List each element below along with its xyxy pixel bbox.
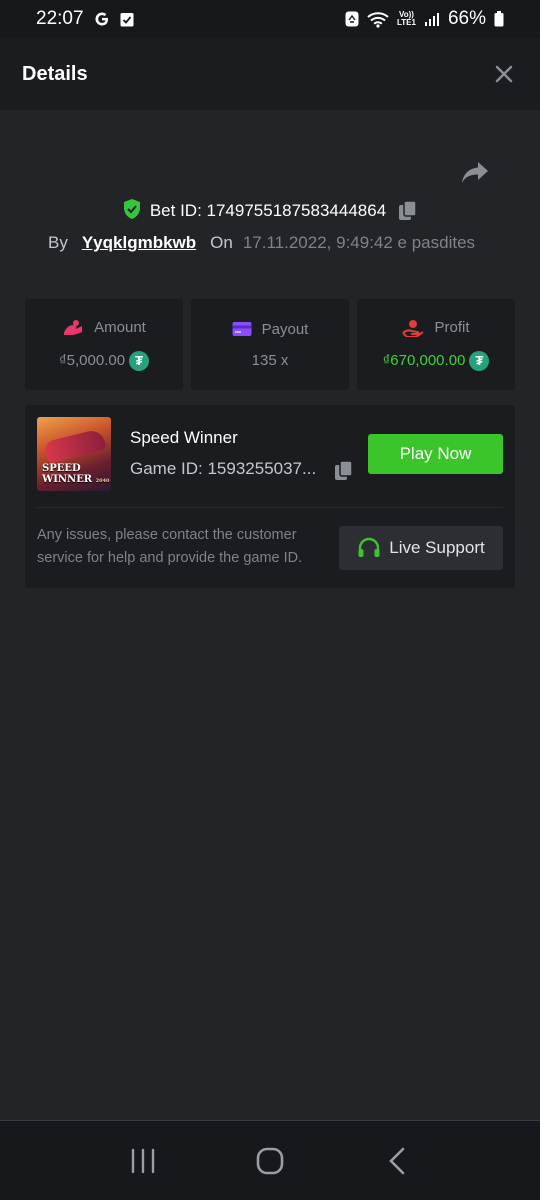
on-label: On (210, 233, 233, 252)
stat-label: Profit (434, 319, 470, 336)
card-icon (232, 322, 252, 336)
check-box-icon (120, 12, 134, 27)
live-support-button[interactable]: Live Support (339, 526, 503, 570)
play-now-button[interactable]: Play Now (368, 434, 503, 474)
share-icon (462, 162, 488, 183)
bet-id: Bet ID: 1749755187583444864 (149, 201, 387, 220)
recent-apps-icon (132, 1148, 155, 1173)
status-left: 22:07 (36, 8, 134, 30)
tether-coin-icon: ₮ (469, 350, 490, 371)
verified-shield-icon (122, 198, 142, 225)
wifi-icon (367, 11, 389, 28)
status-bar: 22:07 Vo)) LTE1 66% (0, 0, 540, 38)
status-right: Vo)) LTE1 66% (345, 8, 504, 30)
game-name: Speed Winner (130, 428, 238, 447)
google-g-icon (94, 11, 110, 27)
amount-icon (64, 319, 83, 335)
car-graphic (43, 428, 107, 464)
support-hint: Any issues, please contact the customer … (37, 527, 303, 566)
copy-bet-id-button[interactable] (398, 200, 418, 222)
copy-icon (335, 460, 353, 480)
back-icon (388, 1147, 404, 1174)
volte-icon: Vo)) LTE1 (397, 10, 416, 27)
thumb-title-line2: WINNER (42, 474, 93, 485)
stat-amount: Amount ₫5,000.00 ₮ (25, 299, 183, 390)
headset-icon (358, 537, 380, 557)
stat-label: Amount (94, 319, 146, 336)
tether-coin-icon: ₮ (129, 350, 150, 371)
battery-percent: 66% (447, 8, 486, 29)
status-time: 22:07 (36, 8, 84, 29)
details-header: Details (0, 38, 540, 110)
copy-game-id-button[interactable] (334, 460, 356, 482)
copy-icon (399, 200, 417, 220)
stat-value: ₫670,000.00 (382, 352, 466, 369)
game-card: SPEED WINNER 2040 Speed Winner Game ID: … (25, 405, 515, 588)
user-link[interactable]: Yyqklgmbkwb (82, 233, 196, 253)
home-icon (256, 1147, 284, 1174)
stat-label: Payout (261, 320, 309, 338)
thumb-title-line1: SPEED (42, 463, 81, 474)
recycle-icon (345, 11, 359, 27)
game-thumbnail[interactable]: SPEED WINNER 2040 (37, 417, 111, 491)
back-button[interactable] (377, 1141, 417, 1181)
stat-value: 135 x (251, 351, 289, 369)
recent-apps-button[interactable] (123, 1141, 163, 1181)
close-button[interactable] (490, 60, 518, 88)
bet-id-row: Bet ID: 1749755187583444864 (0, 196, 540, 226)
system-nav-bar (0, 1120, 540, 1200)
share-button[interactable] (460, 160, 494, 190)
bet-meta-row: By Yyqklgmbkwb On 17.11.2022, 9:49:42 e … (48, 230, 475, 256)
stat-profit: Profit ₫670,000.00 ₮ (357, 299, 515, 390)
stat-payout: Payout 135 x (191, 299, 349, 390)
bet-date: 17.11.2022, 9:49:42 e pasdites (242, 233, 476, 252)
game-id: Game ID: 1593255037... (130, 459, 317, 478)
stat-value: ₫5,000.00 (58, 352, 126, 369)
by-label: By (48, 233, 68, 252)
battery-icon (494, 11, 504, 27)
signal-icon (424, 11, 440, 27)
bet-stats: Amount ₫5,000.00 ₮ Payout 135 x Profit ₫… (25, 299, 515, 390)
live-support-label: Live Support (389, 538, 485, 557)
home-button[interactable] (250, 1141, 290, 1181)
divider (37, 507, 503, 508)
page-title: Details (22, 62, 88, 85)
close-icon (495, 65, 513, 83)
profit-icon (402, 319, 425, 337)
thumb-tag: 2040 (95, 478, 110, 484)
